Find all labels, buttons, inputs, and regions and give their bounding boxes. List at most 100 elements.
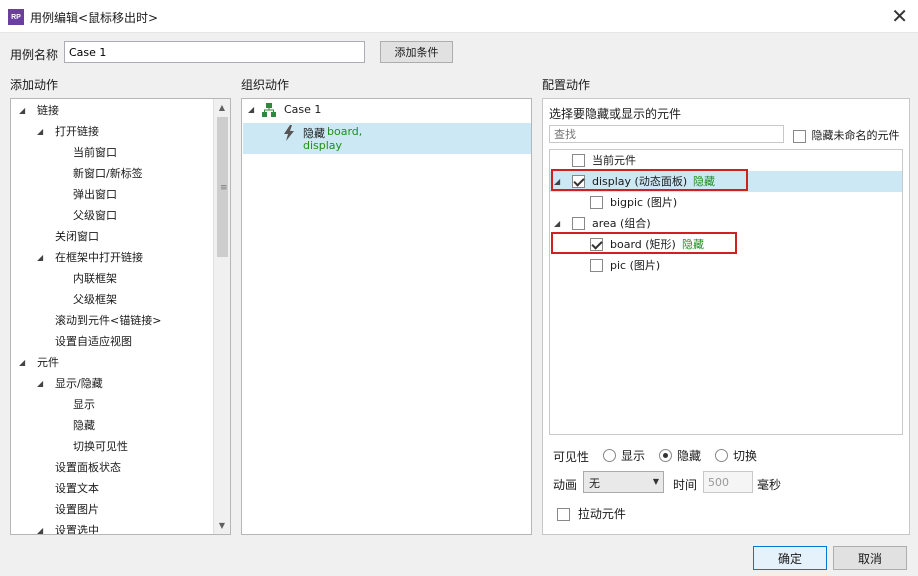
widget-row[interactable]: board (矩形) 隐藏 xyxy=(550,234,902,255)
add-condition-button[interactable]: 添加条件 xyxy=(380,41,453,63)
collapse-caret-icon[interactable]: ◢ xyxy=(554,171,560,192)
action-tree-label: 弹出窗口 xyxy=(73,188,117,201)
action-tree-item[interactable]: ◢ 设置选中 xyxy=(11,520,211,535)
cancel-button[interactable]: 取消 xyxy=(833,546,907,570)
add-actions-title: 添加动作 xyxy=(10,78,59,92)
scroll-down-icon[interactable]: ▼ xyxy=(214,517,230,534)
action-tree-label: 关闭窗口 xyxy=(55,230,99,243)
action-tree-item[interactable]: 设置文本 xyxy=(11,478,211,499)
radio-show-label: 显示 xyxy=(621,449,646,463)
action-tree-item[interactable]: ◢ 元件 xyxy=(11,352,211,373)
widget-checkbox[interactable] xyxy=(572,154,585,167)
collapse-caret-icon[interactable]: ◢ xyxy=(554,213,560,234)
case-tree-item[interactable]: ◢ Case 1 xyxy=(242,99,531,121)
action-tree-item[interactable]: 关闭窗口 xyxy=(11,226,211,247)
action-tree-item[interactable]: 设置面板状态 xyxy=(11,457,211,478)
radio-show[interactable] xyxy=(603,449,616,462)
widget-label: area (组合) xyxy=(592,217,651,230)
action-tree-item[interactable]: 显示 xyxy=(11,394,211,415)
checkbox[interactable] xyxy=(557,508,570,521)
case-name-input[interactable] xyxy=(64,41,365,63)
scroll-up-icon[interactable]: ▲ xyxy=(214,99,230,116)
widget-checkbox[interactable] xyxy=(590,196,603,209)
widget-checkbox[interactable] xyxy=(590,259,603,272)
action-tree-item[interactable]: ◢ 链接 xyxy=(11,100,211,121)
action-tree-item[interactable]: ◢ 在框架中打开链接 xyxy=(11,247,211,268)
action-tree-label: 滚动到元件<锚链接> xyxy=(55,314,162,327)
time-label: 时间 xyxy=(673,478,698,492)
action-tree-label: 元件 xyxy=(37,356,59,369)
action-tree-item[interactable]: 当前窗口 xyxy=(11,142,211,163)
widget-checkbox[interactable] xyxy=(572,217,585,230)
action-tree-item[interactable]: 设置自适应视图 xyxy=(11,331,211,352)
radio-hide[interactable] xyxy=(659,449,672,462)
action-tree-label: 父级窗口 xyxy=(73,209,117,222)
configure-subtitle: 选择要隐藏或显示的元件 xyxy=(549,107,682,121)
collapse-caret-icon[interactable]: ◢ xyxy=(37,520,43,534)
collapse-caret-icon[interactable]: ◢ xyxy=(37,373,43,394)
widget-label: 当前元件 xyxy=(592,154,636,167)
hide-unnamed-checkbox[interactable]: 隐藏未命名的元件 xyxy=(793,127,900,143)
action-tree-item[interactable]: 新窗口/新标签 xyxy=(11,163,211,184)
close-icon[interactable]: ✕ xyxy=(891,4,908,28)
widget-row[interactable]: pic (图片) xyxy=(550,255,902,276)
widget-search-input[interactable] xyxy=(549,125,784,143)
animation-label: 动画 xyxy=(553,478,578,492)
radio-toggle[interactable] xyxy=(715,449,728,462)
time-input[interactable] xyxy=(703,471,753,493)
widget-checkbox[interactable] xyxy=(590,238,603,251)
action-tree-item[interactable]: 弹出窗口 xyxy=(11,184,211,205)
checkbox[interactable] xyxy=(793,129,806,143)
scroll-thumb[interactable]: ≡ xyxy=(217,117,228,257)
collapse-caret-icon[interactable]: ◢ xyxy=(37,121,43,142)
action-tree-label: 打开链接 xyxy=(55,125,99,138)
collapse-caret-icon[interactable]: ◢ xyxy=(19,100,25,121)
hide-unnamed-label: 隐藏未命名的元件 xyxy=(811,129,900,142)
radio-toggle-label: 切换 xyxy=(733,449,758,463)
action-tree-label: 设置图片 xyxy=(55,503,99,516)
animation-select[interactable]: 无 ▼ xyxy=(583,471,664,493)
animation-value: 无 xyxy=(589,477,600,490)
action-tree-item[interactable]: 切换可见性 xyxy=(11,436,211,457)
action-tree-item[interactable]: 隐藏 xyxy=(11,415,211,436)
action-tree-label: 切换可见性 xyxy=(73,440,128,453)
widget-label: display (动态面板) xyxy=(592,175,688,188)
case-flow-icon xyxy=(262,103,276,117)
widget-row[interactable]: 当前元件 xyxy=(550,150,902,171)
action-tree-item[interactable]: ◢ 显示/隐藏 xyxy=(11,373,211,394)
window-title: 用例编辑<鼠标移出时> xyxy=(30,11,159,25)
action-tree-item[interactable]: 父级窗口 xyxy=(11,205,211,226)
ok-button[interactable]: 确定 xyxy=(753,546,827,570)
grip-icon: ≡ xyxy=(220,183,228,193)
action-tree-label: 隐藏 xyxy=(73,419,95,432)
action-tree-item[interactable]: 滚动到元件<锚链接> xyxy=(11,310,211,331)
widget-row[interactable]: ◢ area (组合) xyxy=(550,213,902,234)
action-tree-label: 设置自适应视图 xyxy=(55,335,132,348)
drag-widget-label: 拉动元件 xyxy=(577,507,626,521)
action-tree-item[interactable]: 内联框架 xyxy=(11,268,211,289)
collapse-caret-icon[interactable]: ◢ xyxy=(37,247,43,268)
action-tree-item[interactable]: 设置图片 xyxy=(11,499,211,520)
action-tree-label: 当前窗口 xyxy=(73,146,117,159)
action-tree-item[interactable]: ◢ 打开链接 xyxy=(11,121,211,142)
action-tree-label: 内联框架 xyxy=(73,272,117,285)
drag-widget-checkbox[interactable]: 拉动元件 xyxy=(557,505,626,522)
widget-row[interactable]: bigpic (图片) xyxy=(550,192,902,213)
widget-checkbox[interactable] xyxy=(572,175,585,188)
collapse-caret-icon[interactable]: ◢ xyxy=(19,352,25,373)
action-tree-scrollbar[interactable]: ▲ ≡ ▼ xyxy=(213,99,230,534)
action-tree-label: 链接 xyxy=(37,104,59,117)
action-tree-label: 父级框架 xyxy=(73,293,117,306)
action-tree-item[interactable]: 父级框架 xyxy=(11,289,211,310)
collapse-caret-icon[interactable]: ◢ xyxy=(248,105,254,114)
action-tree-label: 新窗口/新标签 xyxy=(73,167,143,180)
widget-row[interactable]: ◢ display (动态面板) 隐藏 xyxy=(550,171,902,192)
action-tree-label: 设置选中 xyxy=(55,524,99,535)
axure-rp-icon: RP xyxy=(8,9,24,25)
action-tree-panel: ◢ 链接 ◢ 打开链接当前窗口新窗口/新标签 弹出窗口父级窗口关闭窗口 ◢ 在框架中打开链接… xyxy=(10,98,231,535)
widget-label: pic (图片) xyxy=(610,259,661,272)
lightning-icon xyxy=(284,125,294,141)
organize-actions-title: 组织动作 xyxy=(241,78,290,92)
action-item[interactable]: 隐藏 board, display xyxy=(243,123,531,154)
action-tree-label: 显示 xyxy=(73,398,95,411)
